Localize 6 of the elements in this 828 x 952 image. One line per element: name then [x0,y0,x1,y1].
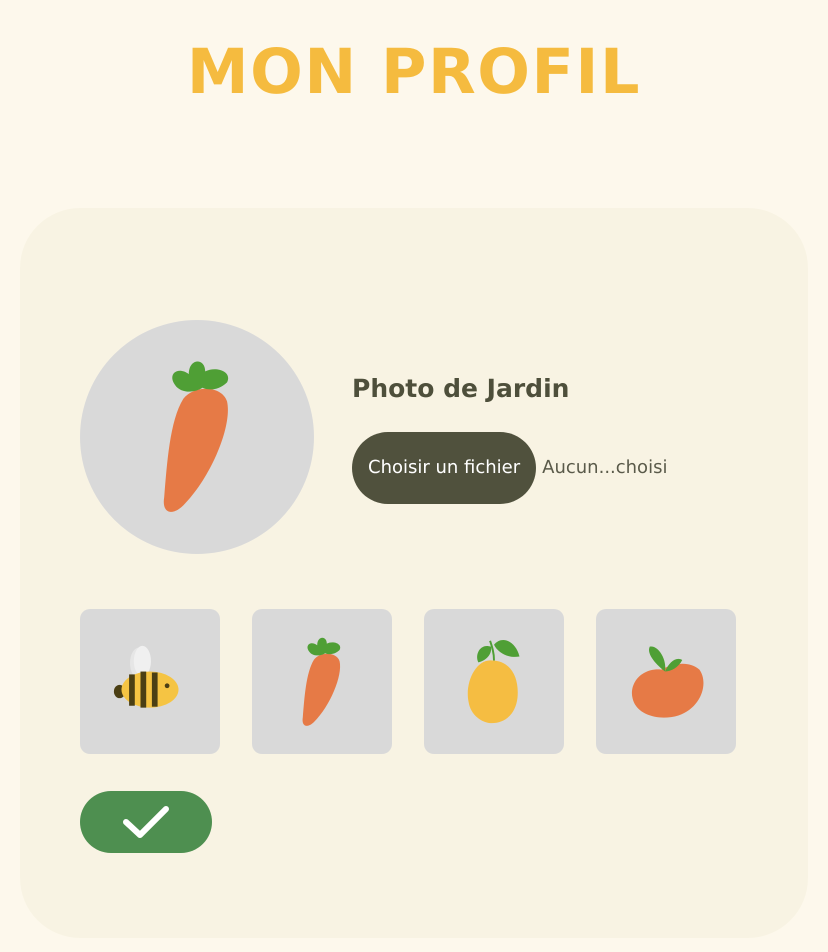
choose-file-button[interactable]: Choisir un fichier [352,432,536,504]
check-icon [122,804,170,840]
photo-label: Photo de Jardin [352,373,570,406]
avatar-option[interactable] [80,609,220,754]
file-status: Aucun...choisi [542,456,668,480]
page-title: MON PROFIL [186,36,642,108]
